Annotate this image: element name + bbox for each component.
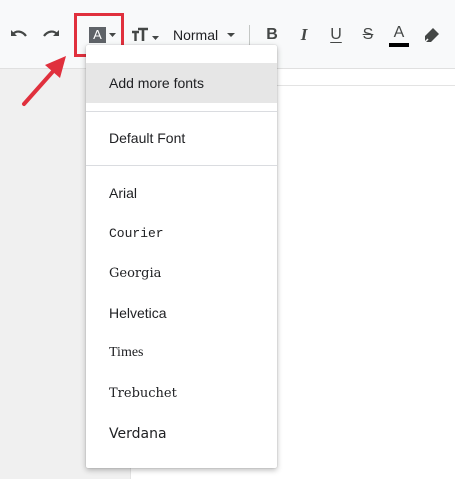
underline-button[interactable]: U bbox=[326, 24, 346, 46]
toolbar-divider bbox=[249, 25, 250, 45]
menu-item-font-helvetica[interactable]: Helvetica bbox=[86, 293, 277, 333]
underline-icon: U bbox=[330, 26, 342, 43]
paragraph-style-select[interactable]: Normal bbox=[173, 24, 236, 46]
strikethrough-button[interactable]: S bbox=[358, 24, 378, 46]
text-size-button[interactable] bbox=[131, 25, 159, 45]
menu-item-label: Courier bbox=[109, 225, 164, 241]
redo-button[interactable] bbox=[40, 25, 62, 45]
menu-item-label: Trebuchet bbox=[109, 385, 177, 401]
menu-item-font-times[interactable]: Times bbox=[86, 333, 277, 373]
paragraph-style-value: Normal bbox=[173, 27, 219, 43]
menu-divider bbox=[86, 111, 277, 112]
menu-item-label: Helvetica bbox=[109, 305, 167, 321]
bold-button[interactable]: B bbox=[262, 24, 282, 46]
italic-button[interactable]: I bbox=[294, 24, 314, 46]
menu-item-label: Verdana bbox=[109, 426, 167, 442]
menu-item-label: Arial bbox=[109, 185, 138, 201]
menu-item-font-verdana[interactable]: Verdana bbox=[86, 414, 277, 454]
undo-icon bbox=[11, 30, 27, 37]
menu-item-default-font[interactable]: Default Font bbox=[86, 118, 277, 158]
menu-item-label: Georgia bbox=[109, 265, 162, 281]
redo-icon bbox=[43, 30, 59, 37]
menu-item-label: Times bbox=[109, 345, 144, 360]
chevron-down-icon bbox=[227, 33, 236, 37]
menu-item-font-courier[interactable]: Courier bbox=[86, 213, 277, 253]
highlighter-icon bbox=[424, 28, 439, 43]
undo-button[interactable] bbox=[8, 25, 30, 45]
menu-item-label: Default Font bbox=[109, 130, 186, 146]
text-color-swatch bbox=[389, 42, 409, 47]
chevron-down-icon bbox=[109, 33, 116, 37]
highlight-color-button[interactable] bbox=[421, 25, 443, 45]
menu-item-font-georgia[interactable]: Georgia bbox=[86, 253, 277, 293]
menu-divider bbox=[86, 165, 277, 166]
menu-item-add-more-fonts[interactable]: Add more fonts bbox=[86, 63, 277, 103]
font-family-menu: Add more fonts Default Font Arial Courie… bbox=[86, 45, 277, 468]
text-size-icon bbox=[132, 27, 159, 41]
font-family-icon[interactable]: A bbox=[89, 27, 106, 43]
bold-icon: B bbox=[266, 26, 278, 43]
text-color-icon: A bbox=[393, 23, 405, 41]
menu-item-font-trebuchet[interactable]: Trebuchet bbox=[86, 373, 277, 413]
text-color-button[interactable]: A bbox=[388, 22, 410, 48]
strikethrough-icon: S bbox=[362, 26, 374, 43]
annotation-arrow bbox=[22, 56, 66, 106]
menu-item-label: Add more fonts bbox=[109, 75, 204, 91]
italic-icon: I bbox=[300, 25, 308, 44]
menu-item-font-arial[interactable]: Arial bbox=[86, 173, 277, 213]
